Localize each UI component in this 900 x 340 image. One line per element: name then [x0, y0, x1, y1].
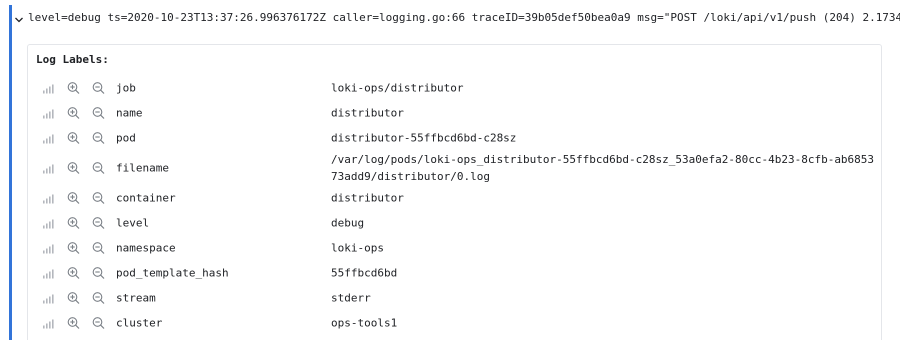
label-value: 55ffbcd6bd [331, 266, 398, 279]
stats-bar-icon[interactable] [42, 106, 55, 119]
zoom-in-icon[interactable] [67, 191, 80, 204]
label-value: /var/log/pods/loki-ops_distributor-55ffb… [331, 152, 875, 183]
label-row-actions [42, 81, 117, 94]
zoom-out-icon[interactable] [92, 191, 105, 204]
label-value: debug [331, 216, 365, 229]
chevron-down-icon[interactable] [13, 11, 25, 23]
label-key: filename [116, 161, 169, 174]
label-value: distributor [331, 106, 404, 119]
label-value: stderr [331, 291, 371, 304]
label-key: level [116, 216, 150, 229]
log-row[interactable]: level=debug ts=2020-10-23T13:37:26.99637… [13, 8, 900, 26]
label-row-container: container distributor [28, 185, 881, 210]
stats-bar-icon[interactable] [42, 81, 55, 94]
label-row-namespace: namespace loki-ops [28, 235, 881, 260]
label-value: ops-tools1 [331, 316, 398, 329]
stats-bar-icon[interactable] [42, 191, 55, 204]
label-row-actions [42, 241, 117, 254]
zoom-out-icon[interactable] [92, 106, 105, 119]
zoom-out-icon[interactable] [92, 266, 105, 279]
zoom-in-icon[interactable] [67, 241, 80, 254]
zoom-out-icon[interactable] [92, 291, 105, 304]
label-row-actions [42, 106, 117, 119]
log-details-panel: Log Labels: job loki-ops/distributor name d… [27, 44, 882, 340]
zoom-in-icon[interactable] [67, 161, 80, 174]
zoom-out-icon[interactable] [92, 81, 105, 94]
zoom-in-icon[interactable] [67, 291, 80, 304]
label-value: distributor-55ffbcd6bd-c28sz [331, 131, 517, 144]
label-key: cluster [116, 316, 163, 329]
label-row-actions [42, 131, 117, 144]
label-row-actions [42, 191, 117, 204]
label-row-name: name distributor [28, 100, 881, 125]
zoom-in-icon[interactable] [67, 106, 80, 119]
label-value: distributor [331, 191, 404, 204]
label-row-pod-template-hash: pod_template_hash 55ffbcd6bd [28, 260, 881, 285]
zoom-in-icon[interactable] [67, 81, 80, 94]
label-key: pod_template_hash [116, 266, 229, 279]
stats-bar-icon[interactable] [42, 291, 55, 304]
label-row-actions [42, 291, 117, 304]
label-row-pod: pod distributor-55ffbcd6bd-c28sz [28, 125, 881, 150]
label-row-level: level debug [28, 210, 881, 235]
zoom-in-icon[interactable] [67, 131, 80, 144]
log-level-indicator [9, 5, 12, 340]
label-row-filename: filename/var/log/pods/loki-ops_distribut… [28, 150, 881, 185]
label-key: pod [116, 131, 136, 144]
stats-bar-icon[interactable] [42, 161, 55, 174]
label-key: job [116, 81, 136, 94]
stats-bar-icon[interactable] [42, 266, 55, 279]
label-value: loki-ops/distributor [331, 81, 464, 94]
zoom-out-icon[interactable] [92, 241, 105, 254]
zoom-out-icon[interactable] [92, 131, 105, 144]
label-row-actions [42, 161, 117, 174]
label-row-job: job loki-ops/distributor [28, 75, 881, 100]
label-row-actions [42, 266, 117, 279]
log-labels-table: job loki-ops/distributor name distributor po… [28, 75, 881, 335]
log-message: level=debug ts=2020-10-23T13:37:26.99637… [28, 10, 900, 24]
zoom-in-icon[interactable] [67, 216, 80, 229]
label-key: name [116, 106, 143, 119]
log-labels-heading: Log Labels: [36, 53, 109, 66]
zoom-in-icon[interactable] [67, 316, 80, 329]
label-row-stream: stream stderr [28, 285, 881, 310]
label-key: stream [116, 291, 156, 304]
label-row-actions [42, 316, 117, 329]
zoom-out-icon[interactable] [92, 161, 105, 174]
zoom-in-icon[interactable] [67, 266, 80, 279]
label-row-actions [42, 216, 117, 229]
stats-bar-icon[interactable] [42, 241, 55, 254]
stats-bar-icon[interactable] [42, 216, 55, 229]
label-key: container [116, 191, 176, 204]
label-value: loki-ops [331, 241, 384, 254]
zoom-out-icon[interactable] [92, 216, 105, 229]
stats-bar-icon[interactable] [42, 131, 55, 144]
label-row-cluster: cluster ops-tools1 [28, 310, 881, 335]
log-viewer: level=debug ts=2020-10-23T13:37:26.99637… [0, 0, 900, 340]
label-key: namespace [116, 241, 176, 254]
stats-bar-icon[interactable] [42, 316, 55, 329]
zoom-out-icon[interactable] [92, 316, 105, 329]
